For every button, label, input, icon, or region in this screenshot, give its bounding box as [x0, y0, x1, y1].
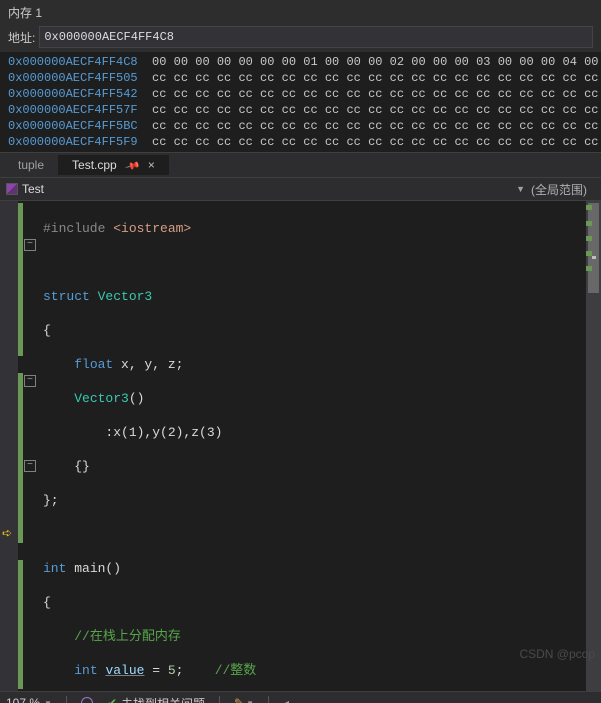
breakpoint-gutter[interactable]: ➪ — [0, 201, 18, 691]
memory-panel-title: 内存 1 — [0, 0, 601, 24]
code-text-area[interactable]: #include <iostream> struct Vector3 { flo… — [37, 201, 601, 691]
file-tab-test-cpp[interactable]: Test.cpp 📌 × — [58, 155, 169, 175]
fold-toggle-icon[interactable]: − — [24, 239, 36, 251]
separator — [268, 696, 269, 703]
indent-icon[interactable]: ◂ — [283, 696, 289, 703]
file-tab-tuple[interactable]: tuple — [4, 155, 58, 175]
fold-toggle-icon[interactable]: − — [24, 460, 36, 472]
nav-project-label: Test — [22, 182, 44, 196]
memory-hex-dump[interactable]: 0x000000AECF4FF4C8 00 00 00 00 00 00 00 … — [0, 52, 601, 152]
editor-scrollbar[interactable] — [586, 201, 601, 691]
memory-address-input[interactable] — [39, 26, 593, 48]
nav-scope-label[interactable]: (全局范围) — [531, 181, 595, 198]
feedback-icon[interactable] — [81, 697, 93, 703]
issues-label: 未找到相关问题 — [121, 695, 205, 703]
current-line-arrow-icon: ➪ — [2, 526, 12, 541]
memory-row: 0x000000AECF4FF5BC cc cc cc cc cc cc cc … — [8, 118, 601, 134]
zoom-level[interactable]: 107 % ▼ — [6, 696, 52, 703]
memory-row: 0x000000AECF4FF5F9 cc cc cc cc cc cc cc … — [8, 134, 601, 150]
status-bar: 107 % ▼ ✔ 未找到相关问题 ✎▼ ◂ — [0, 691, 601, 703]
memory-row: 0x000000AECF4FF542 cc cc cc cc cc cc cc … — [8, 86, 601, 102]
chevron-down-icon[interactable]: ▼ — [44, 699, 52, 703]
memory-row: 0x000000AECF4FF4C8 00 00 00 00 00 00 00 … — [8, 54, 601, 70]
separator — [219, 696, 220, 703]
fold-toggle-icon[interactable]: − — [24, 375, 36, 387]
zoom-label: 107 % — [6, 696, 40, 703]
check-icon: ✔ — [107, 696, 117, 703]
cpp-project-icon — [6, 183, 18, 195]
memory-row: 0x000000AECF4FF505 cc cc cc cc cc cc cc … — [8, 70, 601, 86]
separator — [66, 696, 67, 703]
chevron-down-icon[interactable]: ▼ — [516, 184, 525, 194]
code-nav-bar: Test ▼ (全局范围) — [0, 178, 601, 201]
nav-scope-project[interactable]: Test — [6, 182, 44, 196]
memory-address-label: 地址: — [8, 29, 35, 46]
code-editor[interactable]: ➪ − − − #include <iostream> struct Vecto… — [0, 201, 601, 691]
file-tab-bar: tuple Test.cpp 📌 × — [0, 153, 601, 178]
pin-icon[interactable]: 📌 — [124, 159, 140, 175]
close-icon[interactable]: × — [148, 158, 155, 172]
file-tab-label: Test.cpp — [72, 158, 117, 172]
file-tab-label: tuple — [18, 158, 44, 172]
memory-panel: 内存 1 地址: 0x000000AECF4FF4C8 00 00 00 00 … — [0, 0, 601, 153]
outline-gutter[interactable]: − − − — [23, 201, 37, 691]
scrollbar-thumb[interactable] — [588, 203, 599, 293]
brush-icon[interactable]: ✎▼ — [234, 696, 254, 703]
issues-status[interactable]: ✔ 未找到相关问题 — [107, 695, 205, 703]
memory-address-row: 地址: — [0, 24, 601, 52]
memory-row: 0x000000AECF4FF57F cc cc cc cc cc cc cc … — [8, 102, 601, 118]
